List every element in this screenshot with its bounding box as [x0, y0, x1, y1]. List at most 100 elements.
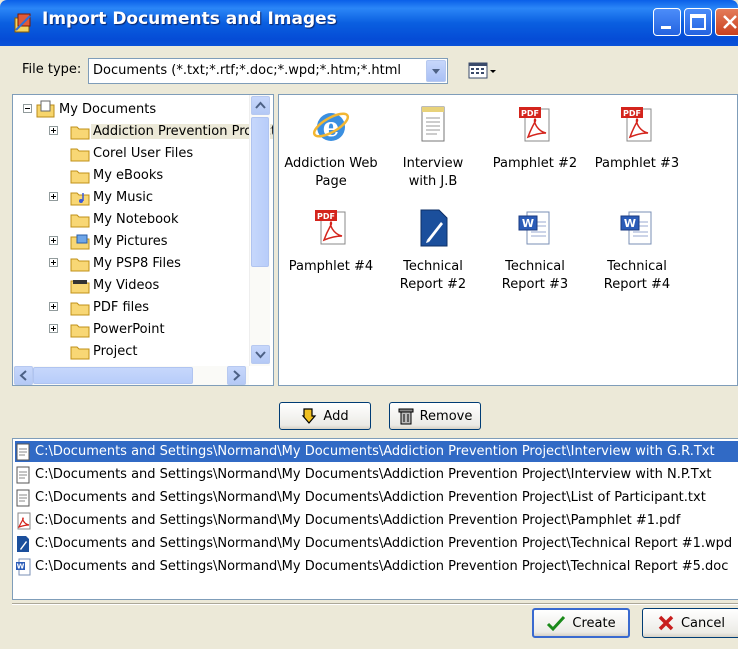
- tree-item-pictures[interactable]: My Pictures: [69, 230, 170, 252]
- minimize-button[interactable]: [653, 8, 681, 36]
- list-item-path: C:\Documents and Settings\Normand\My Doc…: [35, 559, 729, 574]
- checkmark-icon: [547, 615, 566, 632]
- list-item[interactable]: C:\Documents and Settings\Normand\My Doc…: [15, 441, 738, 462]
- tree-item-my-documents[interactable]: My Documents: [35, 98, 158, 120]
- tree-item-label: My Videos: [93, 277, 160, 293]
- expand-toggle[interactable]: [49, 324, 58, 333]
- folder-icon: [70, 324, 90, 338]
- file-item[interactable]: Technical Report #2: [383, 208, 483, 294]
- svg-text:PDF: PDF: [317, 212, 335, 221]
- tree-item-label: My Notebook: [93, 211, 179, 227]
- tree-item-label: My PSP8 Files: [93, 255, 181, 271]
- scroll-up-button[interactable]: [251, 96, 270, 115]
- import-dialog: Import Documents and Images File type: D…: [0, 0, 738, 649]
- music-folder-icon: [70, 192, 90, 206]
- view-menu-icon[interactable]: [466, 60, 500, 82]
- file-item[interactable]: Interview with J.B: [383, 105, 483, 191]
- add-file-icon: [302, 408, 317, 424]
- chevron-down-icon: [255, 351, 266, 359]
- file-item[interactable]: PDF Pamphlet #3: [587, 105, 687, 173]
- trash-icon: [398, 408, 414, 425]
- text-file-icon: [16, 489, 30, 506]
- file-label: Pamphlet #3: [594, 156, 680, 171]
- list-item[interactable]: C:\Documents and Settings\Normand\My Doc…: [15, 533, 732, 554]
- file-item[interactable]: W Technical Report #3: [485, 208, 585, 294]
- chevron-right-icon: [233, 370, 241, 381]
- collapse-toggle[interactable]: [23, 104, 32, 113]
- file-type-select[interactable]: Documents (*.txt;*.rtf;*.doc;*.wpd;*.htm…: [88, 58, 448, 84]
- word-icon: W: [620, 211, 652, 245]
- expand-toggle[interactable]: [49, 236, 58, 245]
- file-item[interactable]: PDF Pamphlet #2: [485, 105, 585, 173]
- maximize-icon: [690, 14, 706, 30]
- tree-vertical-scrollbar[interactable]: [249, 95, 270, 366]
- list-item[interactable]: C:\Documents and Settings\Normand\My Doc…: [15, 464, 712, 485]
- tree-item-addiction-prevention[interactable]: Addiction Prevention Project: [69, 120, 273, 142]
- scroll-down-button[interactable]: [251, 345, 270, 364]
- file-item[interactable]: e Addiction Web Page: [281, 105, 381, 191]
- tree-item-ebooks[interactable]: My eBooks: [69, 164, 165, 186]
- list-item[interactable]: C:\Documents and Settings\Normand\My Doc…: [15, 510, 680, 531]
- pictures-folder-icon: [70, 234, 90, 250]
- file-label: Pamphlet #4: [288, 259, 374, 274]
- wpd-icon: [420, 209, 448, 247]
- tree-item-videos[interactable]: My Videos: [69, 274, 161, 296]
- pdf-icon: PDF: [621, 107, 652, 142]
- tree-item-pdf-files[interactable]: PDF files: [69, 296, 151, 318]
- list-item-path: C:\Documents and Settings\Normand\My Doc…: [35, 536, 733, 551]
- scroll-left-button[interactable]: [14, 366, 33, 385]
- list-item[interactable]: C:\Documents and Settings\Normand\My Doc…: [15, 487, 706, 508]
- tree-item-label: PDF files: [93, 299, 150, 315]
- list-item[interactable]: W C:\Documents and Settings\Normand\My D…: [15, 556, 728, 577]
- cancel-x-icon: [658, 615, 674, 631]
- file-browser-panel[interactable]: e Addiction Web Page Interview with J.B PD…: [278, 94, 738, 386]
- svg-text:PDF: PDF: [521, 109, 539, 118]
- tree-item-notebook[interactable]: My Notebook: [69, 208, 181, 230]
- maximize-button[interactable]: [684, 8, 712, 36]
- tree-item-label: PowerPoint: [93, 321, 165, 337]
- file-item[interactable]: W Technical Report #4: [587, 208, 687, 294]
- tree-item-label: My eBooks: [93, 167, 164, 183]
- tree-horizontal-scrollbar[interactable]: [13, 366, 249, 385]
- expand-toggle[interactable]: [49, 258, 58, 267]
- folder-tree[interactable]: My Documents Addiction Prevention Projec…: [12, 94, 274, 386]
- expand-toggle[interactable]: [49, 302, 58, 311]
- add-button-label: Add: [323, 408, 349, 424]
- tree-item-psp8[interactable]: My PSP8 Files: [69, 252, 183, 274]
- tree-item-powerpoint[interactable]: PowerPoint: [69, 318, 167, 340]
- remove-button[interactable]: Remove: [389, 402, 481, 430]
- file-label: Technical Report #2: [399, 259, 467, 292]
- tree-item-corel[interactable]: Corel User Files: [69, 142, 195, 164]
- tree-item-label: Project: [93, 343, 138, 359]
- create-button-label: Create: [572, 615, 616, 631]
- add-button[interactable]: Add: [279, 402, 371, 430]
- tree-item-music[interactable]: My Music: [69, 186, 155, 208]
- import-file-list[interactable]: C:\Documents and Settings\Normand\My Doc…: [12, 438, 738, 600]
- title-bar[interactable]: Import Documents and Images: [0, 0, 738, 46]
- close-button[interactable]: [715, 8, 738, 36]
- pdf-icon: [17, 512, 31, 529]
- expand-toggle[interactable]: [49, 126, 58, 135]
- ie-icon: e: [312, 112, 350, 143]
- text-file-icon: [16, 443, 30, 460]
- tree-item-label: Addiction Prevention Project: [91, 123, 273, 139]
- text-file-icon: [16, 466, 30, 483]
- tree-item-label: Corel User Files: [93, 145, 194, 161]
- minimize-icon: [661, 26, 671, 29]
- scroll-thumb[interactable]: [251, 117, 269, 267]
- file-item[interactable]: PDF Pamphlet #4: [281, 208, 381, 276]
- expand-toggle[interactable]: [49, 192, 58, 201]
- svg-text:W: W: [522, 217, 534, 230]
- tree-item-project[interactable]: Project: [69, 340, 139, 362]
- tree-item-label: My Documents: [59, 101, 157, 117]
- cancel-button[interactable]: Cancel: [642, 608, 738, 638]
- folder-icon: [70, 148, 90, 162]
- chevron-down-icon[interactable]: [426, 60, 446, 82]
- file-label: Pamphlet #2: [492, 156, 578, 171]
- scroll-right-button[interactable]: [227, 366, 246, 385]
- list-item-path: C:\Documents and Settings\Normand\My Doc…: [35, 444, 715, 459]
- scroll-thumb[interactable]: [33, 367, 193, 384]
- pdf-icon: PDF: [315, 210, 346, 245]
- create-button[interactable]: Create: [532, 608, 630, 638]
- list-item-path: C:\Documents and Settings\Normand\My Doc…: [35, 490, 706, 505]
